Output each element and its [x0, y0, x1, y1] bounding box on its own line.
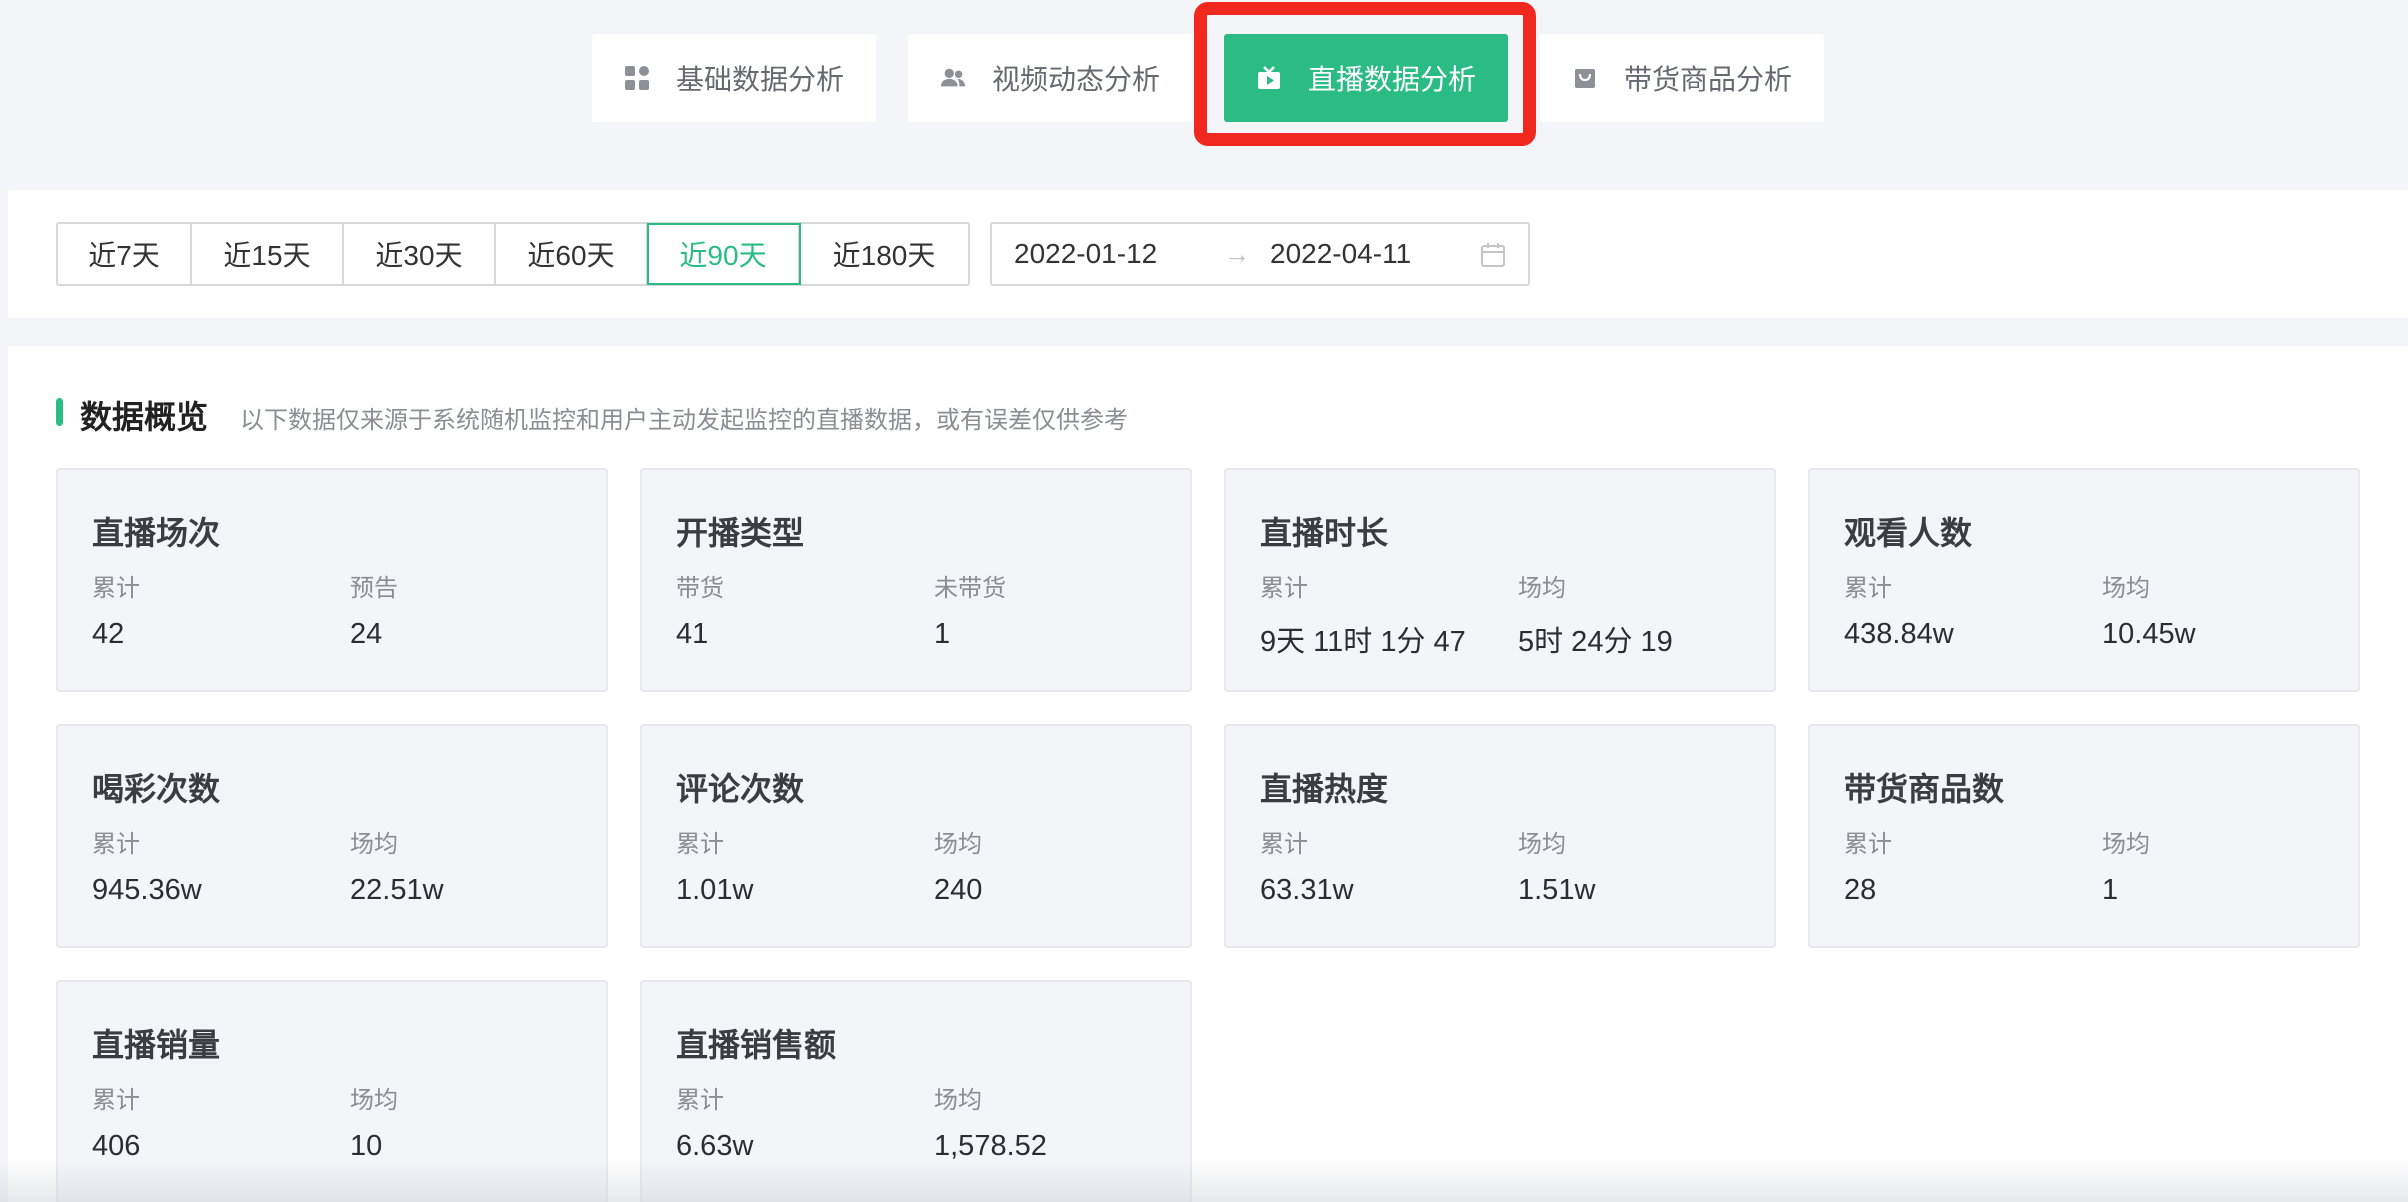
metric-label: 累计 [676, 1087, 724, 1114]
metric-label: 累计 [92, 575, 140, 602]
data-overview-panel: 数据概览 以下数据仅来源于系统随机监控和用户主动发起监控的直播数据，或有误差仅供… [8, 346, 2408, 1202]
metric-value: 1.51w [1518, 874, 1596, 906]
tab-video-analysis[interactable]: 视频动态分析 [908, 34, 1192, 122]
metric-value: 438.84w [1844, 618, 1954, 650]
metric-label: 累计 [676, 831, 724, 858]
metric-value: 1,578.52 [934, 1130, 1047, 1162]
date-range-picker[interactable]: 2022-01-12 → 2022-04-11 [990, 222, 1530, 286]
card-title: 直播场次 [92, 515, 221, 551]
section-accent-bar [56, 398, 63, 426]
metric-label: 场均 [1518, 575, 1566, 602]
tab-label: 带货商品分析 [1623, 64, 1792, 95]
range-60-days-button[interactable]: 近60天 [496, 224, 648, 284]
metric-label: 场均 [934, 1087, 982, 1114]
metric-card-cheer-count: 喝彩次数累计 场均 945.36w 22.51w [56, 724, 608, 948]
metric-value: 406 [92, 1130, 141, 1162]
metric-label: 带货 [676, 575, 724, 602]
tab-basic-data[interactable]: 基础数据分析 [592, 34, 876, 122]
metric-card-comment-count: 评论次数累计 场均 1.01w 240 [640, 724, 1192, 948]
section-note: 以下数据仅来源于系统随机监控和用户主动发起监控的直播数据，或有误差仅供参考 [240, 407, 1128, 434]
metric-card-live-popularity: 直播热度累计 场均 63.31w 1.51w [1224, 724, 1776, 948]
metric-value: 10.45w [2102, 618, 2196, 650]
metric-label: 场均 [2102, 831, 2150, 858]
metric-card-goods-count: 带货商品数累计 场均 28 1 [1808, 724, 2360, 948]
range-90-days-button[interactable]: 近90天 [647, 223, 801, 285]
metric-card-viewer-count: 观看人数累计 场均 438.84w 10.45w [1808, 468, 2360, 692]
metric-value: 240 [934, 874, 983, 906]
grid-icon [624, 65, 650, 91]
metric-card-live-sales-volume: 直播销量累计 场均 406 10 [56, 980, 608, 1202]
tab-label: 基础数据分析 [675, 64, 844, 95]
range-button-group: 近7天 近15天 近30天 近60天 近90天 近180天 [56, 222, 970, 286]
metric-value: 28 [1844, 874, 1877, 906]
start-date-input[interactable]: 2022-01-12 [1014, 238, 1157, 270]
metric-value: 1 [934, 618, 951, 650]
metric-card-live-sessions: 直播场次累计 预告 42 24 [56, 468, 608, 692]
section-title: 数据概览 [80, 399, 209, 435]
metric-label: 场均 [934, 831, 982, 858]
range-7-days-button[interactable]: 近7天 [58, 224, 192, 284]
card-title: 观看人数 [1844, 515, 1973, 551]
card-title: 直播时长 [1260, 515, 1389, 551]
metric-label: 累计 [1844, 575, 1892, 602]
range-15-days-button[interactable]: 近15天 [192, 224, 344, 284]
card-title: 开播类型 [676, 515, 805, 551]
tab-goods-analysis[interactable]: 带货商品分析 [1540, 34, 1824, 122]
metric-label: 场均 [350, 1087, 398, 1114]
metric-card-broadcast-type: 开播类型带货 未带货 41 1 [640, 468, 1192, 692]
range-180-days-button[interactable]: 近180天 [800, 224, 968, 284]
metric-value: 945.36w [92, 874, 202, 906]
date-filter-panel: 近7天 近15天 近30天 近60天 近90天 近180天 2022-01-12… [8, 190, 2408, 318]
metric-label: 累计 [1844, 831, 1892, 858]
shopping-bag-icon [1572, 65, 1598, 91]
range-30-days-button[interactable]: 近30天 [344, 224, 496, 284]
metric-card-live-duration: 直播时长累计 场均 9天 11时 1分 47 5时 24分 19 [1224, 468, 1776, 692]
metric-label: 场均 [2102, 575, 2150, 602]
card-title: 直播销售额 [676, 1027, 837, 1063]
metric-label: 累计 [1260, 575, 1308, 602]
metric-value: 5时 24分 19 [1518, 626, 1673, 658]
metric-label: 累计 [92, 1087, 140, 1114]
metric-value: 1 [2102, 874, 2119, 906]
analysis-tabs: 基础数据分析 视频动态分析 直播数据分析 带货商品分析 [0, 0, 2408, 190]
card-title: 带货商品数 [1844, 771, 2005, 807]
metric-value: 9天 11时 1分 47 [1260, 626, 1466, 658]
metric-card-live-sales-amount: 直播销售额累计 场均 6.63w 1,578.52 [640, 980, 1192, 1202]
tab-label: 视频动态分析 [991, 64, 1160, 95]
card-title: 喝彩次数 [92, 771, 221, 807]
tab-live-analysis[interactable]: 直播数据分析 [1224, 34, 1508, 122]
metric-label: 场均 [1518, 831, 1566, 858]
card-title: 直播热度 [1260, 771, 1389, 807]
arrow-right-icon: → [1224, 238, 1250, 269]
metric-value: 1.01w [676, 874, 754, 906]
metric-value: 10 [350, 1130, 383, 1162]
metric-label: 场均 [350, 831, 398, 858]
metric-value: 6.63w [676, 1130, 754, 1162]
calendar-icon[interactable] [1480, 242, 1506, 268]
card-title: 评论次数 [676, 771, 805, 807]
metric-label: 未带货 [934, 575, 1006, 602]
tab-label: 直播数据分析 [1307, 64, 1476, 95]
metric-value: 24 [350, 618, 383, 650]
metric-label: 预告 [350, 575, 398, 602]
metric-value: 41 [676, 618, 709, 650]
metric-value: 63.31w [1260, 874, 1354, 906]
metric-label: 累计 [1260, 831, 1308, 858]
end-date-input[interactable]: 2022-04-11 [1270, 238, 1411, 270]
metric-value: 42 [92, 618, 125, 650]
metric-value: 22.51w [350, 874, 444, 906]
users-icon [940, 65, 966, 91]
card-title: 直播销量 [92, 1027, 221, 1063]
live-tv-icon [1256, 65, 1282, 91]
metric-label: 累计 [92, 831, 140, 858]
